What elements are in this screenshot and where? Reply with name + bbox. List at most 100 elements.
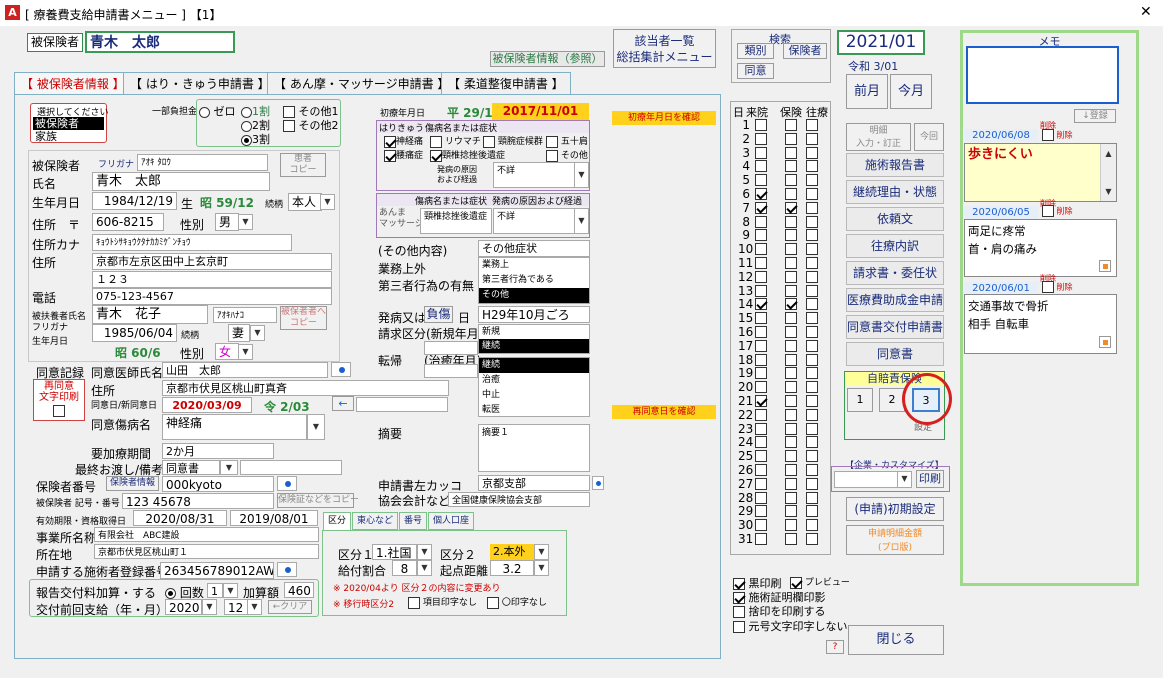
tab-hari-kyu[interactable]: 【 はり・きゅう申請書 】 [123,72,277,94]
pro-amount-button[interactable]: 申請明細金額 (プロ版) [846,525,944,555]
kubun2-dropdown-icon[interactable]: ▼ [534,544,549,560]
insurance-checkbox[interactable] [785,201,797,214]
insurance-checkbox[interactable] [785,491,797,504]
visit-checkbox[interactable] [755,188,767,200]
kubun-tab-2[interactable]: 東心など [352,512,398,530]
prev-year-select[interactable]: 2020 [165,599,202,615]
memo-register-button[interactable]: ↓登録 [1074,109,1116,123]
memo1-delete-checkbox[interactable]: 削除 [1042,129,1073,141]
prev-month-dropdown-icon[interactable]: ▼ [247,599,262,615]
visit-checkbox[interactable] [755,505,767,518]
visit-checkbox[interactable] [755,160,767,173]
hari-sprain-checkbox[interactable]: 頸椎捻挫後遺症 [430,148,505,162]
memo2-text[interactable]: 両足に疼常 首・肩の痛み [964,219,1117,277]
house-call-checkbox[interactable] [806,395,818,407]
burden-other2-checkbox[interactable]: その他2 [283,117,339,133]
prev-year-dropdown-icon[interactable]: ▼ [202,599,217,615]
visit-checkbox[interactable] [755,284,767,297]
onset-field[interactable]: H29年10月ごろ [478,306,590,323]
period-field[interactable]: 2か月 [162,443,274,459]
no-era-checkbox[interactable]: 元号文字印字しない [733,618,848,634]
consent-issue-button[interactable]: 同意書交付申請書 [846,315,944,339]
tab-judo[interactable]: 【 柔道整復申請書 】 [441,72,571,94]
search-consent-button[interactable]: 同意 [737,63,774,79]
close-button[interactable]: 閉じる [848,625,944,655]
doctor-dot-icon[interactable] [331,362,351,377]
help-button[interactable]: ? [826,640,844,654]
visit-checkbox[interactable] [755,174,767,187]
new-consent-field[interactable] [356,397,448,412]
tel-field[interactable]: 075-123-4567 [92,288,332,305]
tenki-item-heal[interactable]: 治癒 [479,373,589,388]
customize-select[interactable] [834,471,898,488]
dep-sex-dropdown-icon[interactable]: ▼ [238,344,253,360]
visit-checkbox[interactable] [755,215,767,228]
reconsent-checkbox[interactable] [53,405,65,417]
insurance-checkbox[interactable] [785,174,797,187]
insurance-checkbox[interactable] [785,353,797,366]
visit-checkbox[interactable] [755,201,767,214]
dep-name-field[interactable]: 青木 花子 [92,305,208,324]
customize-dropdown-icon[interactable]: ▼ [897,471,912,488]
house-call-detail-button[interactable]: 往療内訳 [846,234,944,258]
meisai-button[interactable]: 明細 入力・訂正 [846,123,911,151]
tenki-item-stop[interactable]: 中止 [479,388,589,403]
insurance-checkbox[interactable] [785,477,797,490]
house-call-checkbox[interactable] [806,326,818,338]
dep-relation-select[interactable]: 妻 [228,324,250,342]
acquire-date-field[interactable]: 2019/08/01 [230,510,318,526]
memo2-delete-checkbox[interactable]: 削除 [1042,205,1073,217]
house-call-checkbox[interactable] [806,450,818,463]
house-call-checkbox[interactable] [806,243,818,256]
house-call-checkbox[interactable] [806,229,818,242]
visit-checkbox[interactable] [755,270,767,283]
house-call-checkbox[interactable] [806,174,818,187]
house-call-checkbox[interactable] [806,408,818,421]
doui-date-field[interactable]: 2020/03/09 [162,397,252,413]
location-field[interactable]: 京都市伏見区桃山町１ [94,544,319,559]
insurance-checkbox[interactable] [785,422,797,435]
house-call-checkbox[interactable] [806,188,818,200]
visit-checkbox[interactable] [755,519,767,532]
addr-field[interactable]: 京都市左京区田中上玄京町 [92,253,332,270]
search-type-button[interactable]: 類別 [737,43,774,59]
claim-list[interactable]: 新規 継続 [478,324,590,354]
office-field[interactable]: 有限会社 ABC建設 [94,527,319,542]
sex-select[interactable]: 男 [215,213,239,231]
insurance-checkbox[interactable] [785,132,797,145]
house-call-checkbox[interactable] [806,160,818,173]
last-dropdown-icon[interactable]: ▼ [220,460,238,475]
memo3-delete-checkbox[interactable]: 削除 [1042,281,1073,293]
dep-copy-button[interactable]: 被保者者へ コピー [280,306,327,330]
name-field[interactable]: 青木 太郎 [92,172,270,191]
dep-kana-field[interactable]: ｱｵｷﾊﾅｺ [213,307,277,323]
memo3-expand-icon[interactable] [1099,336,1111,348]
patient-copy-button[interactable]: 患者 コピー [280,153,326,177]
house-call-checkbox[interactable] [806,215,818,228]
discard-seal-checkbox[interactable]: 捨印を印刷する [733,603,826,619]
dist-dropdown-icon[interactable]: ▼ [534,560,549,576]
close-icon[interactable]: ✕ [1140,4,1152,20]
insurance-checkbox[interactable] [785,395,797,407]
house-call-checkbox[interactable] [806,312,818,325]
visit-checkbox[interactable] [755,298,767,311]
hari-rheuma-checkbox[interactable]: リウマチ [430,134,481,148]
work-item-3[interactable]: その他 [479,288,589,303]
last-note-field[interactable] [240,460,342,475]
kakko-dot-icon[interactable] [592,476,604,490]
visit-checkbox[interactable] [755,436,767,449]
tab-anma[interactable]: 【 あん摩・マッサージ申請書 】 [267,72,457,94]
insurance-checkbox[interactable] [785,119,797,131]
insurance-checkbox[interactable] [785,519,797,532]
insurance-checkbox[interactable] [785,229,797,242]
visit-checkbox[interactable] [755,381,767,394]
house-call-checkbox[interactable] [806,284,818,297]
visit-checkbox[interactable] [755,339,767,352]
house-call-checkbox[interactable] [806,146,818,159]
insurance-checkbox[interactable] [785,367,797,380]
house-call-checkbox[interactable] [806,119,818,131]
continue-reason-button[interactable]: 継続理由・状態 [846,180,944,204]
visit-checkbox[interactable] [755,367,767,380]
kubun1-dropdown-icon[interactable]: ▼ [417,544,432,560]
visit-checkbox[interactable] [755,119,767,131]
